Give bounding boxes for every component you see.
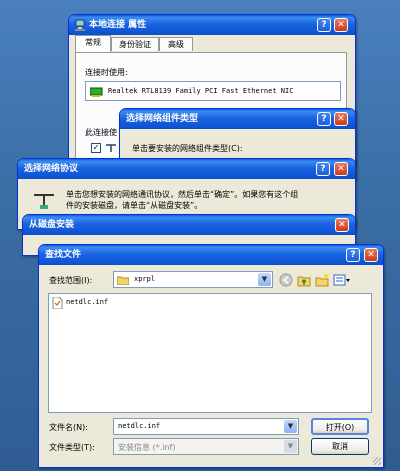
adapter-name: Realtek RTL8139 Family PCI Fast Ethernet… <box>108 87 294 95</box>
look-in-label: 查找范围(I): <box>49 276 93 285</box>
network-protocol-icon <box>32 191 56 213</box>
chevron-down-icon[interactable]: ▼ <box>284 420 297 433</box>
close-button[interactable]: ✕ <box>364 248 378 262</box>
help-button[interactable]: ? <box>346 248 360 262</box>
title-bar[interactable]: 选择网络组件类型 ? ✕ <box>120 109 355 129</box>
look-in-value: xprpl <box>134 275 156 283</box>
file-name-input[interactable]: netdlc.inf ▼ <box>113 418 299 435</box>
close-button[interactable]: ✕ <box>334 18 348 32</box>
window-title: 选择网络组件类型 <box>126 114 199 124</box>
title-bar[interactable]: 从磁盘安装 ✕ <box>23 215 355 235</box>
find-file-window: 查找文件 ? ✕ 查找范围(I): xprpl ▼ netdlc.inf 文件名… <box>38 244 384 468</box>
window-title: 从磁盘安装 <box>29 220 75 230</box>
resize-grip[interactable] <box>373 457 381 465</box>
help-button[interactable]: ? <box>317 18 331 32</box>
file-name: netdlc.inf <box>66 298 109 306</box>
title-bar[interactable]: 本地连接 属性 ? ✕ <box>69 15 355 35</box>
component-checkbox[interactable]: ✓ <box>91 143 101 153</box>
this-connection-label: 此连接使 <box>85 128 117 137</box>
file-name-label: 文件名(N): <box>49 423 88 432</box>
folder-icon <box>116 275 130 287</box>
window-title: 本地连接 属性 <box>89 20 147 30</box>
connect-using-label: 连接时使用: <box>85 68 128 77</box>
chevron-down-icon[interactable]: ▼ <box>258 273 271 286</box>
network-connection-icon <box>74 19 86 31</box>
back-icon[interactable] <box>279 273 293 289</box>
title-bar[interactable]: 选择网络协议 ? ✕ <box>18 159 355 179</box>
view-menu-icon[interactable] <box>333 273 351 289</box>
file-name-value: netdlc.inf <box>118 422 161 430</box>
up-folder-icon[interactable] <box>297 273 311 289</box>
network-component-icon <box>105 143 117 155</box>
new-folder-icon[interactable] <box>315 273 329 289</box>
help-button[interactable]: ? <box>316 162 330 176</box>
component-type-prompt: 单击要安装的网络组件类型(C): <box>132 144 243 153</box>
tab-general[interactable]: 常规 <box>75 35 111 52</box>
tab-authentication[interactable]: 身份验证 <box>111 37 159 51</box>
file-type-value: 安装信息 (*.inf) <box>118 443 176 452</box>
cancel-button[interactable]: 取消 <box>311 438 369 455</box>
tab-advanced[interactable]: 高级 <box>159 37 193 51</box>
window-title: 选择网络协议 <box>24 164 79 174</box>
protocol-description-line2: 件的安装磁盘，请单击“从磁盘安装”。 <box>66 201 203 210</box>
close-button[interactable]: ✕ <box>334 162 348 176</box>
file-type-label: 文件类型(T): <box>49 443 95 452</box>
window-title: 查找文件 <box>45 250 82 260</box>
network-card-icon <box>89 87 104 99</box>
close-button[interactable]: ✕ <box>334 112 348 126</box>
look-in-dropdown[interactable]: xprpl ▼ <box>113 271 273 288</box>
file-type-dropdown[interactable]: 安装信息 (*.inf) ▼ <box>113 438 299 455</box>
protocol-description-line1: 单击您想安装的网络通讯协议，然后单击“确定”。如果您有这个组 <box>66 190 299 199</box>
file-list[interactable]: netdlc.inf <box>48 293 372 413</box>
open-button[interactable]: 打开(O) <box>311 418 369 435</box>
close-button[interactable]: ✕ <box>335 218 349 232</box>
help-button[interactable]: ? <box>317 112 331 126</box>
inf-file-icon <box>52 296 63 311</box>
chevron-down-icon[interactable]: ▼ <box>284 440 297 453</box>
title-bar[interactable]: 查找文件 ? ✕ <box>39 245 383 265</box>
adapter-field: Realtek RTL8139 Family PCI Fast Ethernet… <box>85 81 341 101</box>
